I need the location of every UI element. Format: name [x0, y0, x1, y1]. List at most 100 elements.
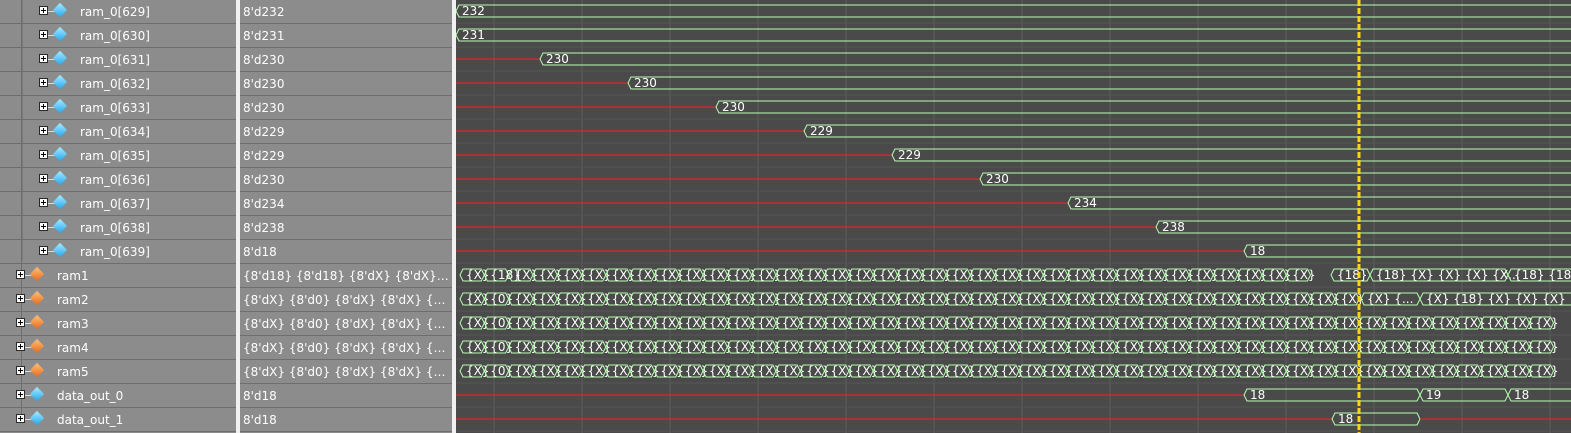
signal-value: {8'd18} {8'd18} {8'dX} {8'dX} {8... — [243, 269, 452, 283]
bus-value-label: {X} — [588, 340, 612, 354]
bus-value-label: {X} — [1414, 316, 1438, 330]
signal-row[interactable]: ram_0[631] — [0, 48, 236, 72]
bus-value-label: {X} — [660, 316, 684, 330]
signal-row[interactable]: data_out_0 — [0, 384, 236, 408]
bus-value-label: {X} — [588, 364, 612, 378]
bus-value-label: {X} — [831, 292, 855, 306]
bus-value-label: {X} — [1389, 364, 1413, 378]
expand-plus-icon[interactable] — [39, 246, 48, 255]
bus-value-label: {X} — [466, 316, 490, 330]
bus-value-label: {X} — [1025, 316, 1049, 330]
signal-value: {8'dX} {8'd0} {8'dX} {8'dX} {8'dX... — [243, 341, 452, 355]
bus-value-label: {X} — [1341, 364, 1365, 378]
signal-row[interactable]: ram_0[638] — [0, 216, 236, 240]
expand-plus-icon[interactable] — [39, 174, 48, 183]
signal-name: ram_0[634] — [80, 125, 150, 139]
bus-value-segment — [715, 100, 1571, 114]
bus-value-label: {X} — [636, 268, 660, 282]
bus-value-label: {X} — [855, 268, 879, 282]
bus-value-label: {X} — [1268, 340, 1292, 354]
bus-value-label: {X} — [928, 340, 952, 354]
signal-row[interactable]: ram_0[633] — [0, 96, 236, 120]
bus-value-label: {X} — [1049, 364, 1073, 378]
bus-value-label: {X} — [879, 364, 903, 378]
bus-value-label: {X} — [1171, 292, 1195, 306]
signal-row[interactable]: ram3 — [0, 312, 236, 336]
signal-name: ram2 — [57, 293, 89, 307]
expand-plus-icon[interactable] — [39, 150, 48, 159]
expand-plus-icon[interactable] — [16, 366, 25, 375]
bus-value-segment — [456, 4, 1571, 18]
bus-value-label: {X} — [1244, 340, 1268, 354]
bus-value-segment — [539, 52, 1571, 66]
bus-value-label: {X} — [1098, 268, 1122, 282]
signal-row[interactable]: ram_0[639] — [0, 240, 236, 264]
bus-value-label: {X} — [466, 364, 490, 378]
signal-row[interactable]: ram1 — [0, 264, 236, 288]
signal-name-pane[interactable]: ram_0[629] ram_0[630] ram_0[631] ram_0[632]… — [0, 0, 236, 433]
bus-value-label: 230 — [634, 76, 657, 90]
bus-value-label: {X} — [976, 364, 1000, 378]
expand-plus-icon[interactable] — [39, 198, 48, 207]
expand-plus-icon[interactable] — [16, 294, 25, 303]
bus-value-label: 230 — [546, 52, 569, 66]
signal-row[interactable]: ram4 — [0, 336, 236, 360]
bus-value-label: {X} — [1438, 340, 1462, 354]
bus-value-label: {X} — [1025, 364, 1049, 378]
waveform-pane[interactable]: 232 231 230 230 230 229 229 230 234 238 18 {X} {18} {… — [456, 0, 1571, 433]
bus-value-label: {X} — [1414, 340, 1438, 354]
bus-value-label: {X} — [1074, 364, 1098, 378]
expand-plus-icon[interactable] — [39, 30, 48, 39]
expand-plus-icon[interactable] — [16, 318, 25, 327]
bus-value-label: {X} — [758, 292, 782, 306]
bus-value-label: {X} — [709, 268, 733, 282]
bus-value-label: {X} — [685, 316, 709, 330]
signal-row[interactable]: ram_0[630] — [0, 24, 236, 48]
signal-row[interactable]: data_out_1 — [0, 408, 236, 432]
orange-diamond-icon — [29, 266, 45, 282]
signal-value: 8'd230 — [243, 173, 285, 187]
bus-value-label: {X} — [1511, 316, 1535, 330]
signal-value: 8'd229 — [243, 149, 285, 163]
signal-value: 8'd238 — [243, 221, 285, 235]
bus-value-label: {X} — [588, 292, 612, 306]
bus-value-label: {X} — [831, 340, 855, 354]
bus-value-label: {X} — [563, 340, 587, 354]
expand-plus-icon[interactable] — [16, 342, 25, 351]
waveform-canvas[interactable]: 232 231 230 230 230 229 229 230 234 238 18 {X} {18} {… — [456, 0, 1571, 433]
bus-value-label: {X} — [1365, 340, 1389, 354]
signal-row[interactable]: ram_0[629] — [0, 0, 236, 24]
bus-value-label: {X} — [855, 364, 879, 378]
signal-row[interactable]: ram_0[637] — [0, 192, 236, 216]
signal-row[interactable]: ram_0[636] — [0, 168, 236, 192]
signal-value-pane[interactable]: 8'd232 8'd231 8'd230 8'd230 8'd230 8'd229 8'd2… — [240, 0, 452, 433]
bus-value-label: {X} — [1098, 316, 1122, 330]
bus-value-label: {X} — [1292, 340, 1316, 354]
signal-row[interactable]: ram_0[635] — [0, 144, 236, 168]
signal-row[interactable]: ram5 — [0, 360, 236, 384]
expand-plus-icon[interactable] — [16, 414, 25, 423]
bus-value-label: {X} — [758, 316, 782, 330]
bus-value-label: {X} — [1535, 316, 1559, 330]
expand-plus-icon[interactable] — [39, 126, 48, 135]
cyan-diamond-icon — [52, 194, 68, 210]
expand-plus-icon[interactable] — [16, 270, 25, 279]
expand-plus-icon[interactable] — [39, 78, 48, 87]
bus-value-label: 230 — [722, 100, 745, 114]
bus-value-label: {X} — [952, 364, 976, 378]
signal-row[interactable]: ram2 — [0, 288, 236, 312]
orange-diamond-icon — [29, 338, 45, 354]
signal-row[interactable]: ram_0[634] — [0, 120, 236, 144]
expand-plus-icon[interactable] — [39, 54, 48, 63]
bus-value-label: {X} — [1414, 364, 1438, 378]
signal-row[interactable]: ram_0[632] — [0, 72, 236, 96]
bus-value-label: {X} — [1001, 340, 1025, 354]
expand-plus-icon[interactable] — [39, 222, 48, 231]
bus-value-label: {X} — [733, 316, 757, 330]
bus-value-label: {X} — [1171, 316, 1195, 330]
bus-value-label: {X} — [1146, 316, 1170, 330]
expand-plus-icon[interactable] — [39, 102, 48, 111]
bus-value-label: 229 — [810, 124, 833, 138]
expand-plus-icon[interactable] — [39, 6, 48, 15]
expand-plus-icon[interactable] — [16, 390, 25, 399]
